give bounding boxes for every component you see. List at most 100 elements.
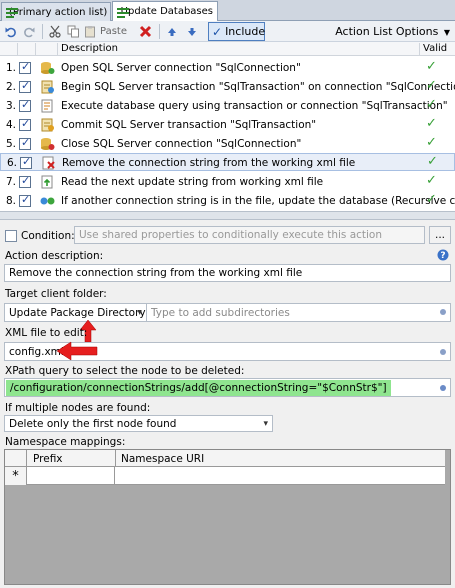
valid-check-icon: ✓ [426, 173, 437, 188]
copy-button[interactable] [65, 23, 81, 40]
namespace-grid: Prefix Namespace URI * [4, 449, 451, 585]
namespace-uri-cell[interactable] [116, 467, 445, 485]
commit-transaction-icon [41, 118, 54, 132]
target-folder-value: Update Package Directory [9, 306, 146, 319]
valid-check-icon: ✓ [426, 97, 437, 112]
tab-label: Update Databases [120, 6, 213, 17]
include-button[interactable]: ✓ Include [208, 22, 265, 41]
row-description: Read the next update string from working… [61, 176, 324, 188]
row-number: 5. [6, 138, 17, 150]
move-up-button[interactable] [164, 23, 180, 40]
remove-xml-node-icon [42, 156, 55, 170]
xpath-input-wrapper[interactable]: /configuration/connectionStrings/add[@co… [4, 378, 451, 397]
xml-file-label: XML file to edit: [5, 327, 88, 339]
undo-button[interactable] [3, 23, 19, 40]
redo-button[interactable] [21, 23, 37, 40]
action-row[interactable]: 8. If another connection string is in th… [0, 192, 455, 210]
multiple-nodes-label: If multiple nodes are found: [5, 402, 151, 414]
row-enabled-checkbox[interactable] [19, 193, 31, 207]
multiple-nodes-value: Delete only the first node found [9, 417, 177, 430]
include-label: Include [225, 25, 266, 38]
row-number: 7. [6, 176, 17, 188]
action-description-input[interactable]: Remove the connection string from the wo… [4, 264, 451, 282]
options-label: Action List Options [335, 25, 439, 38]
action-row[interactable]: 2. Begin SQL Server transaction "SqlTran… [0, 78, 455, 96]
row-description: If another connection string is in the f… [61, 195, 455, 207]
cut-button[interactable] [47, 23, 63, 40]
row-number: 2. [6, 81, 17, 93]
browse-dot-icon [440, 349, 446, 355]
row-enabled-checkbox[interactable] [19, 136, 31, 150]
panel-splitter[interactable] [0, 212, 455, 220]
grid-header: Description Valid [0, 42, 455, 56]
multiple-nodes-select[interactable]: Delete only the first node found ▾ [4, 415, 273, 432]
tab-update-databases[interactable]: Update Databases [112, 1, 218, 21]
column-header-prefix[interactable]: Prefix [33, 453, 63, 465]
action-row-selected[interactable]: 6. Remove the connection string from the… [0, 153, 455, 171]
paste-icon [85, 26, 95, 38]
row-description: Execute database query using transaction… [61, 100, 448, 112]
condition-browse-button[interactable]: ... [429, 226, 451, 244]
dropdown-arrow-icon: ▾ [263, 419, 268, 429]
move-down-button[interactable] [184, 23, 200, 40]
action-row[interactable]: 3. Execute database query using transact… [0, 97, 455, 115]
prefix-cell[interactable] [27, 467, 115, 485]
condition-checkbox[interactable] [5, 230, 17, 242]
arrow-down-icon [188, 27, 196, 36]
column-header-namespace-uri[interactable]: Namespace URI [121, 453, 204, 465]
undo-icon [5, 27, 16, 37]
annotation-arrow-icon [56, 341, 98, 361]
row-number: 1. [6, 62, 17, 74]
action-row[interactable]: 4. Commit SQL Server transaction "SqlTra… [0, 116, 455, 134]
toolbar: Paste ✓ Include Action List Options ▼ [0, 21, 455, 42]
delete-button[interactable] [137, 23, 153, 40]
tab-primary-action-list[interactable]: (Primary action list) [1, 2, 111, 21]
row-enabled-checkbox[interactable] [19, 79, 31, 93]
row-enabled-checkbox[interactable] [19, 117, 31, 131]
recursive-call-icon [40, 197, 55, 205]
delete-icon [139, 25, 151, 38]
action-row[interactable]: 1. Open SQL Server connection "SqlConnec… [0, 59, 455, 77]
copy-icon [67, 25, 79, 38]
row-enabled-checkbox[interactable] [19, 98, 31, 112]
row-header-corner [5, 450, 27, 467]
row-enabled-checkbox[interactable] [19, 60, 31, 74]
row-number: 3. [6, 100, 17, 112]
column-header-valid[interactable]: Valid [423, 43, 447, 54]
row-enabled-checkbox[interactable] [20, 155, 32, 169]
subdirectory-input[interactable]: Type to add subdirectories [146, 303, 451, 322]
svg-text:?: ? [440, 251, 445, 261]
transaction-begin-icon [41, 80, 54, 94]
paste-label: Paste [100, 26, 127, 37]
target-folder-select[interactable]: Update Package Directory ▾ [4, 303, 147, 322]
execute-query-icon [41, 99, 53, 113]
tab-strip: (Primary action list) Update Databases [0, 0, 455, 21]
database-connection-icon [41, 62, 55, 74]
action-row[interactable]: 5. Close SQL Server connection "SqlConne… [0, 135, 455, 153]
checkmark-icon: ✓ [212, 24, 223, 39]
namespace-new-row[interactable]: * [5, 467, 445, 485]
valid-check-icon: ✓ [426, 192, 437, 207]
row-description: Remove the connection string from the wo… [62, 157, 356, 169]
column-header-description[interactable]: Description [61, 43, 118, 54]
row-number: 6. [7, 157, 18, 169]
paste-button[interactable]: Paste [84, 23, 134, 40]
action-grid: Description Valid 1. Open SQL Server con… [0, 42, 455, 212]
row-description: Commit SQL Server transaction "SqlTransa… [61, 119, 317, 131]
action-list-icon [117, 7, 129, 18]
tab-label: (Primary action list) [9, 6, 108, 18]
app-window: (Primary action list) Update Databases P… [0, 0, 455, 588]
action-list-options-menu[interactable]: Action List Options ▼ [335, 25, 450, 38]
valid-check-icon: ✓ [427, 154, 438, 169]
dropdown-arrow-icon: ▾ [137, 308, 142, 318]
row-description: Begin SQL Server transaction "SqlTransac… [61, 81, 455, 93]
help-icon: ? [437, 249, 449, 261]
action-row[interactable]: 7. Read the next update string from work… [0, 173, 455, 191]
row-enabled-checkbox[interactable] [19, 174, 31, 188]
row-description: Close SQL Server connection "SqlConnecti… [61, 138, 302, 150]
browse-dot-icon [440, 309, 446, 315]
row-number: 4. [6, 119, 17, 131]
close-connection-icon [41, 138, 55, 150]
xpath-label: XPath query to select the node to be del… [5, 365, 245, 377]
read-file-icon [41, 175, 53, 189]
